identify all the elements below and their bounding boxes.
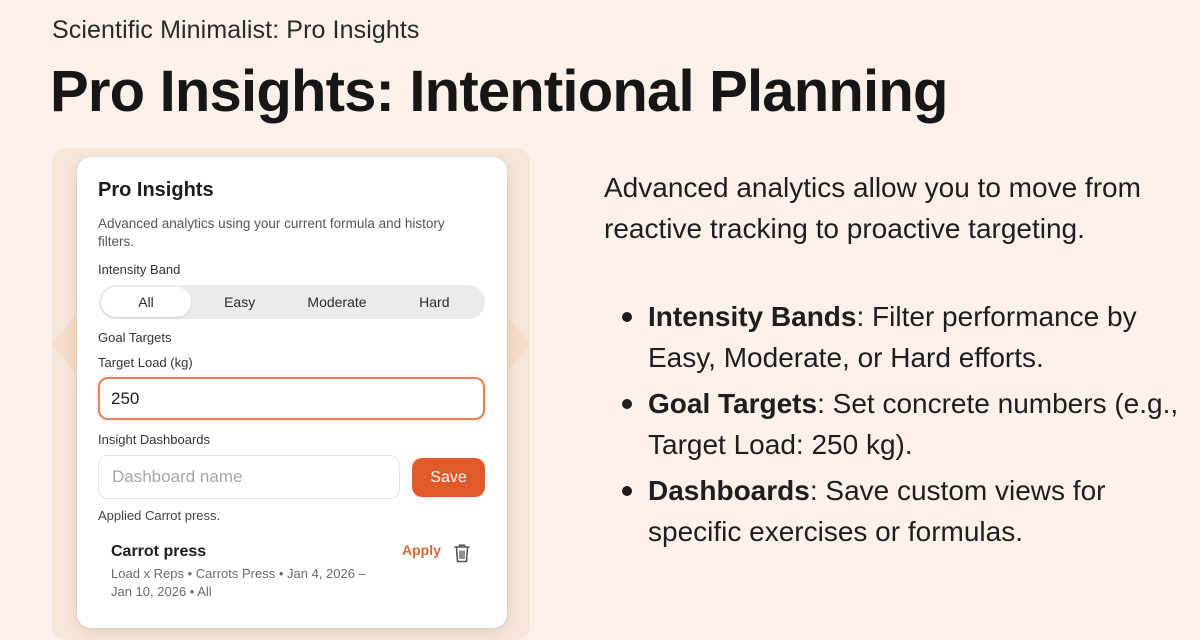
intensity-option-easy[interactable]: Easy <box>191 287 288 317</box>
intensity-option-hard[interactable]: Hard <box>386 287 483 317</box>
card-title: Pro Insights <box>98 179 214 201</box>
feature-list: Intensity Bands: Filter performance by E… <box>620 296 1180 557</box>
dashboard-name-input[interactable] <box>98 455 400 499</box>
intensity-band-label: Intensity Band <box>98 262 181 277</box>
intensity-option-all[interactable]: All <box>101 287 191 317</box>
intensity-option-moderate[interactable]: Moderate <box>288 287 385 317</box>
slide-title: Pro Insights: Intentional Planning <box>50 59 948 124</box>
feature-item-intensity-bands: Intensity Bands: Filter performance by E… <box>620 296 1180 378</box>
target-load-input[interactable] <box>98 377 485 420</box>
feature-item-goal-targets: Goal Targets: Set concrete numbers (e.g.… <box>620 383 1180 465</box>
applied-status-text: Applied Carrot press. <box>98 508 221 523</box>
saved-dashboard-meta: Load x Reps • Carrots Press • Jan 4, 202… <box>111 566 366 599</box>
bullet-dot <box>622 399 632 409</box>
trash-icon[interactable] <box>452 542 472 564</box>
explanation-intro: Advanced analytics allow you to move fro… <box>604 172 1141 244</box>
save-dashboard-button[interactable]: Save <box>412 458 485 497</box>
pro-insights-card: Pro Insights Advanced analytics using yo… <box>77 157 507 628</box>
card-description: Advanced analytics using your current fo… <box>98 216 445 249</box>
bullet-dot <box>622 312 632 322</box>
feature-term: Goal Targets <box>648 388 818 419</box>
apply-dashboard-button[interactable]: Apply <box>402 542 441 558</box>
feature-term: Intensity Bands <box>648 301 857 332</box>
target-load-label: Target Load (kg) <box>98 355 193 370</box>
feature-item-dashboards: Dashboards: Save custom views for specif… <box>620 470 1180 552</box>
insight-dashboards-label: Insight Dashboards <box>98 432 211 447</box>
slide-subtitle: Scientific Minimalist: Pro Insights <box>52 16 420 44</box>
goal-targets-label: Goal Targets <box>98 330 172 345</box>
feature-term: Dashboards <box>648 475 810 506</box>
intensity-band-selector: All Easy Moderate Hard <box>99 285 485 319</box>
saved-dashboard-name: Carrot press <box>111 543 207 560</box>
bullet-dot <box>622 486 632 496</box>
